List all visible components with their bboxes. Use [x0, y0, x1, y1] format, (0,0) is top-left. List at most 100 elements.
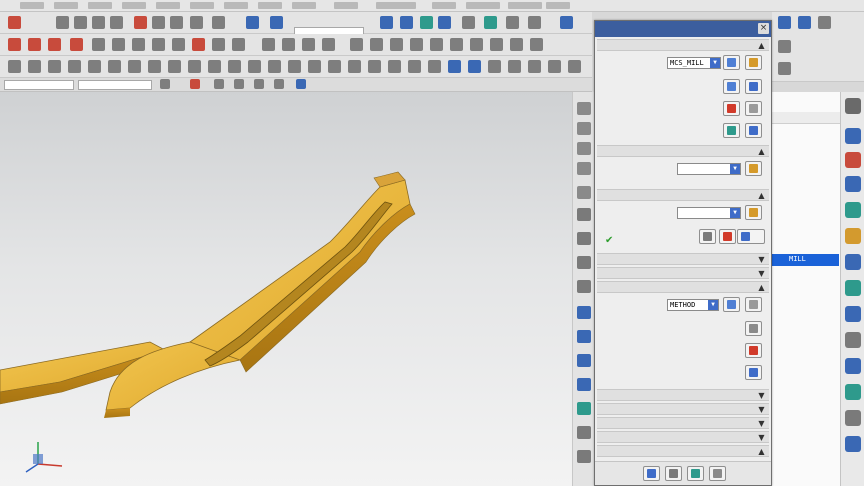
menu-item[interactable] — [122, 2, 146, 9]
group-path-settings[interactable]: ▲ — [597, 281, 769, 293]
feature-icon[interactable] — [568, 60, 581, 73]
sphere-icon[interactable] — [410, 38, 423, 51]
tool-icon[interactable] — [577, 162, 591, 175]
group-description[interactable]: ▼ — [597, 417, 769, 429]
navigator-icon[interactable] — [845, 306, 861, 322]
navigator-icon[interactable] — [845, 384, 861, 400]
drive-method-select[interactable]: ▼ — [677, 163, 741, 175]
feature-icon[interactable] — [88, 60, 101, 73]
feature-icon[interactable] — [388, 60, 401, 73]
tool-icon[interactable] — [577, 102, 591, 115]
graphics-viewport[interactable] — [0, 92, 572, 486]
menu-item[interactable] — [466, 2, 500, 9]
cube-icon[interactable] — [380, 16, 393, 29]
feature-icon[interactable] — [28, 60, 41, 73]
divide-icon[interactable] — [262, 38, 275, 51]
navigator-selected-row[interactable]: MILL — [771, 254, 839, 266]
view-orient-icon[interactable] — [462, 16, 475, 29]
menu-item[interactable] — [54, 2, 78, 9]
edit-method-button[interactable] — [745, 297, 762, 312]
menu-item[interactable] — [508, 2, 542, 9]
tool-icon[interactable] — [818, 16, 831, 29]
cylinder-icon[interactable] — [370, 38, 383, 51]
feature-icon[interactable] — [228, 60, 241, 73]
navigator-icon[interactable] — [845, 228, 861, 244]
box-icon[interactable] — [350, 38, 363, 51]
display-mode-icon[interactable] — [484, 16, 497, 29]
feature-icon[interactable] — [188, 60, 201, 73]
undo-icon[interactable] — [212, 16, 225, 29]
navigator-icon[interactable] — [845, 332, 861, 348]
spline-icon[interactable] — [70, 38, 83, 51]
snap-icon[interactable] — [160, 79, 170, 89]
edit-geometry-button[interactable] — [745, 55, 762, 70]
navigator-icon[interactable] — [845, 410, 861, 426]
feature-icon[interactable] — [288, 60, 301, 73]
edit-curve-icon[interactable] — [282, 38, 295, 51]
shell-icon[interactable] — [490, 38, 503, 51]
new-geometry-button[interactable] — [723, 55, 740, 70]
save-icon[interactable] — [92, 16, 105, 29]
intersect-icon[interactable] — [152, 38, 165, 51]
tool-icon[interactable] — [577, 330, 591, 343]
tool-icon[interactable] — [577, 402, 591, 415]
menu-item[interactable] — [224, 2, 248, 9]
menu-item[interactable] — [258, 2, 282, 9]
copy-icon[interactable] — [152, 16, 165, 29]
show-cut-region-button[interactable] — [745, 123, 762, 138]
navigator-icon[interactable] — [845, 436, 861, 452]
background-icon[interactable] — [506, 16, 519, 29]
feature-icon[interactable] — [408, 60, 421, 73]
method-select[interactable]: METHOD ▼ — [667, 299, 719, 311]
feature-icon[interactable] — [68, 60, 81, 73]
group-projection-vector[interactable]: ▲ — [597, 189, 769, 201]
menu-item[interactable] — [156, 2, 180, 9]
menu-item[interactable] — [432, 2, 456, 9]
blend-icon[interactable] — [510, 38, 523, 51]
snap-icon[interactable] — [234, 79, 244, 89]
chamfer-icon[interactable] — [530, 38, 543, 51]
non-cutting-moves-icon[interactable] — [745, 343, 762, 358]
open-icon[interactable] — [74, 16, 87, 29]
tool-icon[interactable] — [577, 450, 591, 463]
extend-icon[interactable] — [212, 38, 225, 51]
paste-icon[interactable] — [170, 16, 183, 29]
feature-icon[interactable] — [168, 60, 181, 73]
feeds-speeds-icon[interactable] — [745, 365, 762, 380]
group-tool-axis[interactable]: ▼ — [597, 267, 769, 279]
navigator-icon[interactable] — [845, 254, 861, 270]
cut-region-icon[interactable] — [723, 123, 740, 138]
tool-icon[interactable] — [577, 354, 591, 367]
feature-icon[interactable] — [148, 60, 161, 73]
feature-icon[interactable] — [208, 60, 221, 73]
feature-icon[interactable] — [128, 60, 141, 73]
navigator-icon[interactable] — [845, 358, 861, 374]
drive-method-icon[interactable] — [745, 161, 762, 176]
vector-options-button[interactable] — [737, 229, 765, 244]
menu-item[interactable] — [292, 2, 316, 9]
dialog-title-bar[interactable]: × — [595, 21, 771, 37]
feature-icon[interactable] — [548, 60, 561, 73]
tool-icon[interactable] — [798, 16, 811, 29]
new-method-button[interactable] — [723, 297, 740, 312]
type-filter-dropdown[interactable] — [4, 80, 74, 90]
offset-icon[interactable] — [112, 38, 125, 51]
feature-icon[interactable] — [8, 60, 21, 73]
list-icon[interactable] — [709, 466, 726, 481]
show-part-button[interactable] — [745, 79, 762, 94]
feature-icon[interactable] — [108, 60, 121, 73]
group-machine-control[interactable]: ▼ — [597, 389, 769, 401]
polyline-icon[interactable] — [28, 38, 41, 51]
join-icon[interactable] — [322, 38, 335, 51]
menu-item[interactable] — [376, 2, 416, 9]
group-drive-method[interactable]: ▲ — [597, 145, 769, 157]
replay-icon[interactable] — [665, 466, 682, 481]
projection-vector-icon[interactable] — [745, 205, 762, 220]
snap-icon[interactable] — [296, 79, 306, 89]
feature-icon[interactable] — [48, 60, 61, 73]
feature-icon[interactable] — [488, 60, 501, 73]
layer-icon[interactable] — [246, 16, 259, 29]
line-icon[interactable] — [8, 38, 21, 51]
navigator-icon[interactable] — [845, 128, 861, 144]
navigator-icon[interactable] — [845, 202, 861, 218]
